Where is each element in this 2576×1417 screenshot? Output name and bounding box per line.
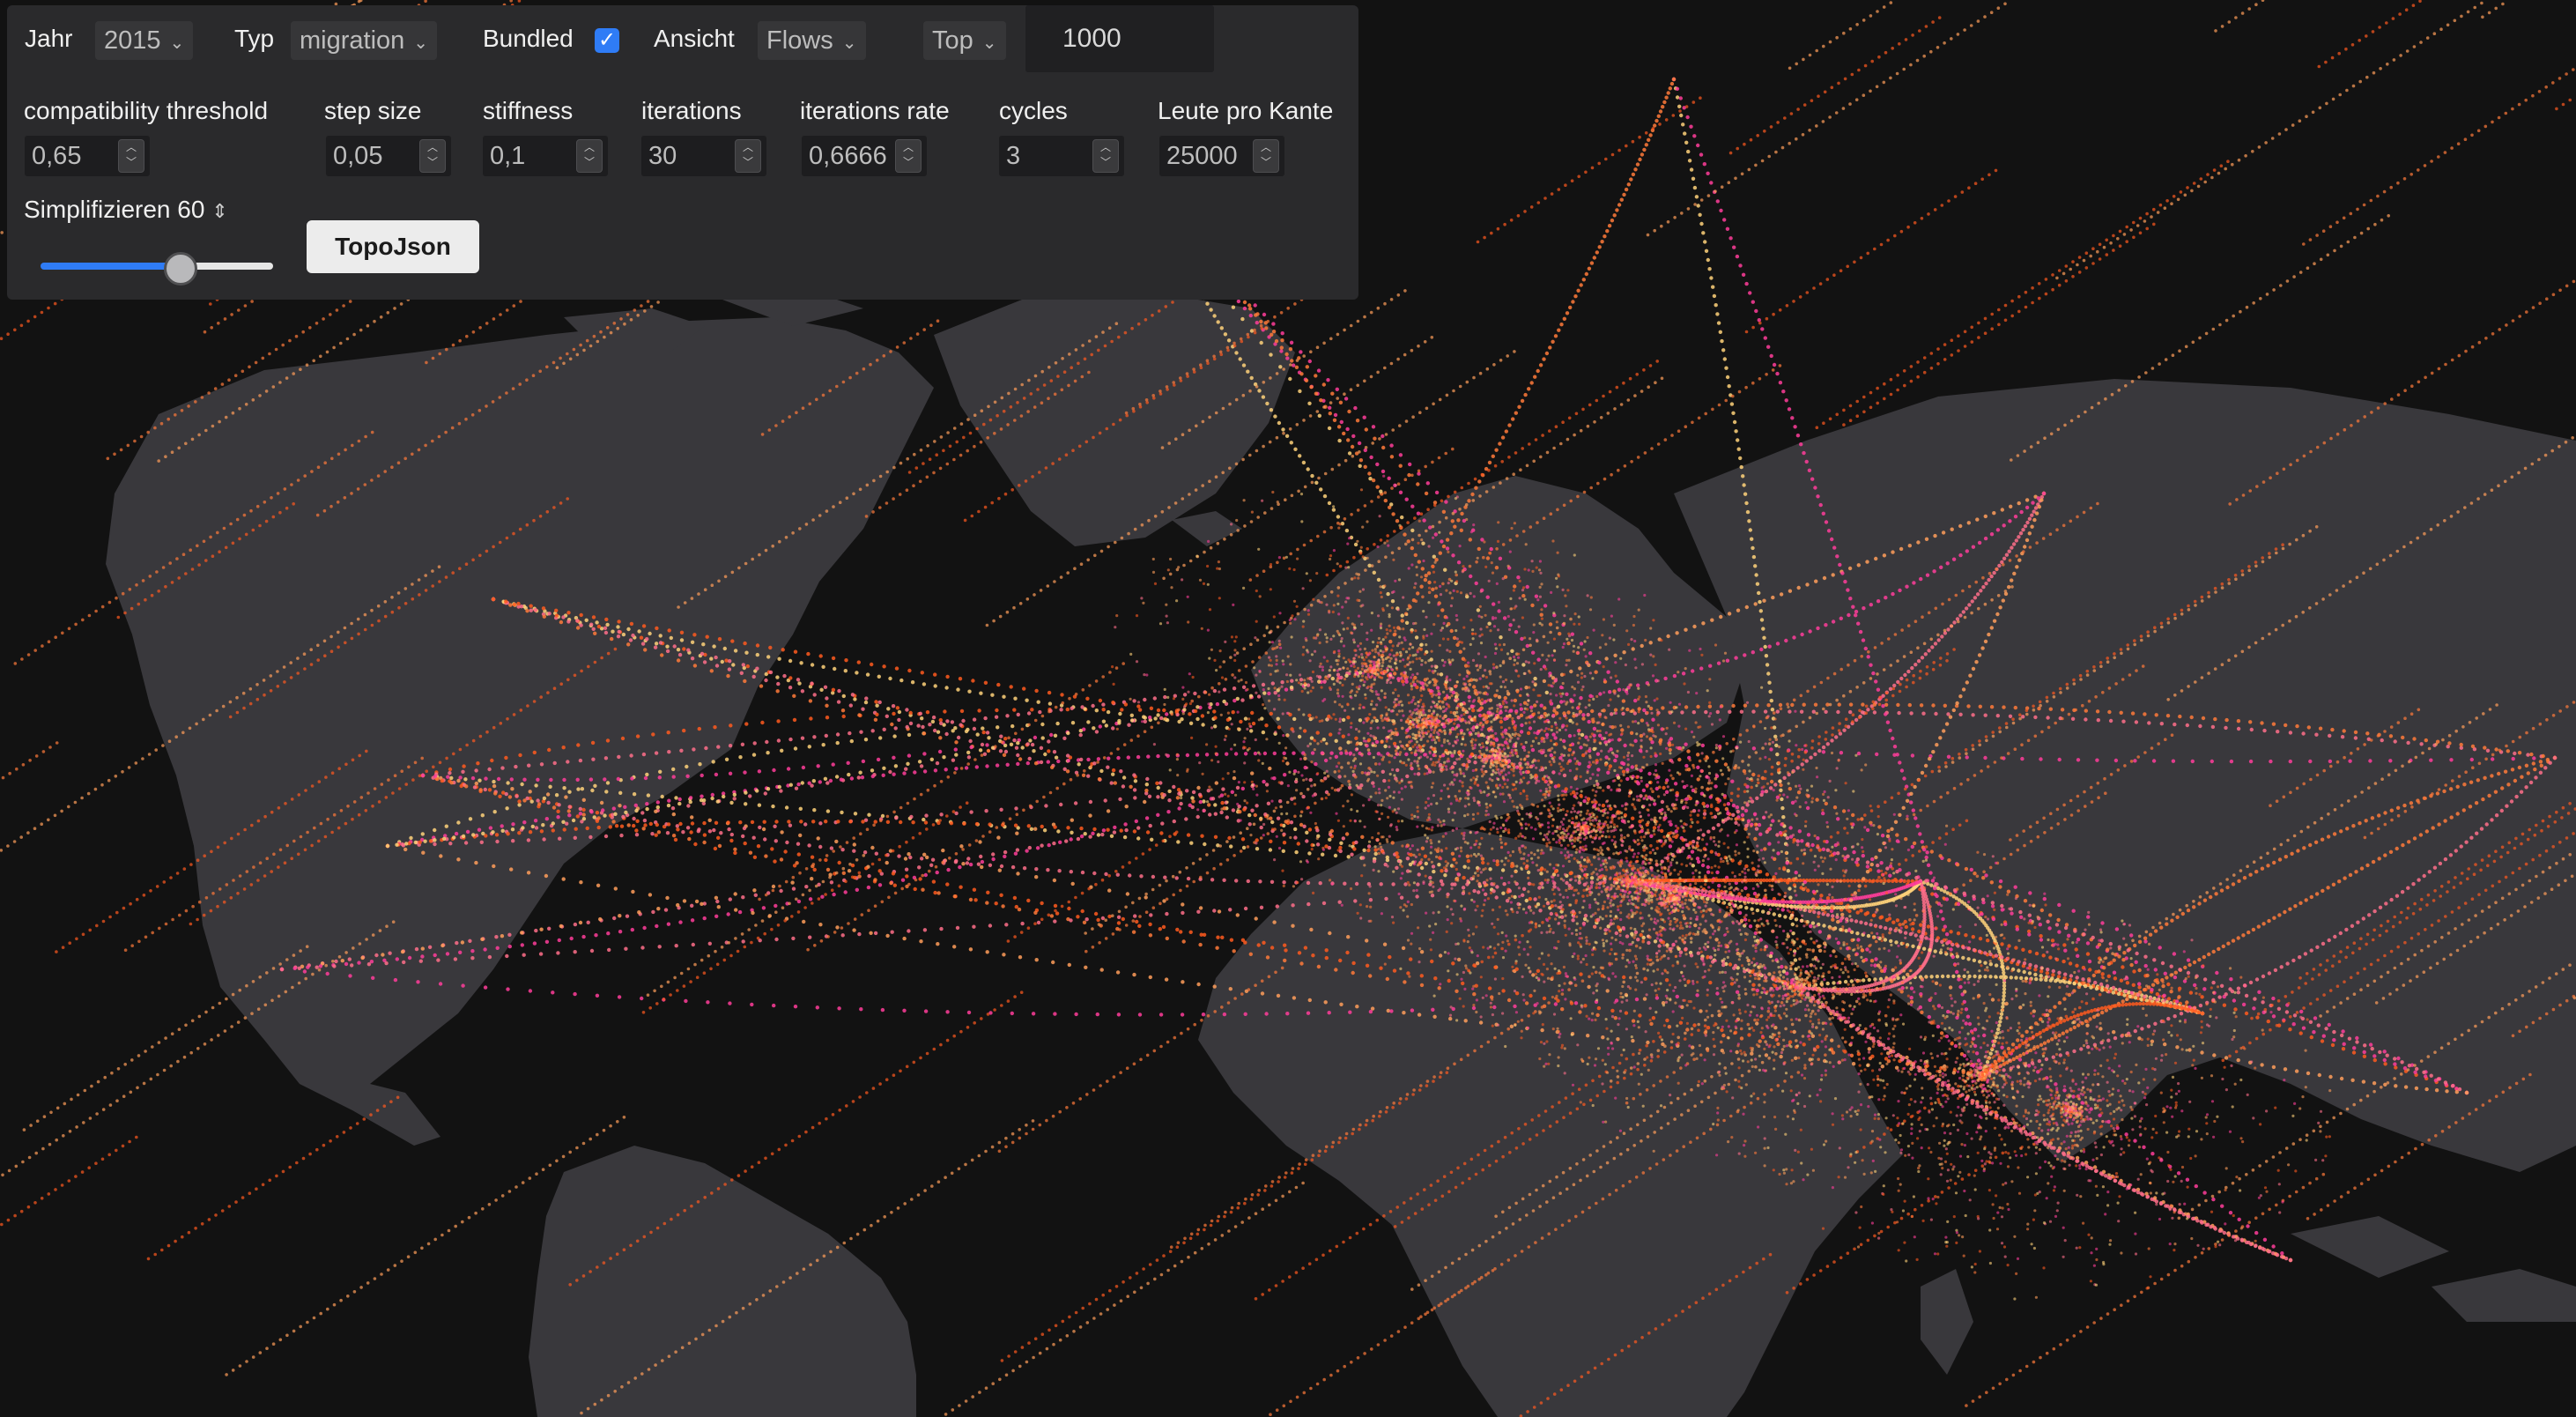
simplify-slider-thumb[interactable] bbox=[164, 252, 197, 286]
stiffness-input[interactable]: 0,1 ︿ ﹀ bbox=[483, 136, 608, 176]
param-label-leute-pro-kante: Leute pro Kante bbox=[1158, 97, 1334, 124]
land-north-america bbox=[106, 317, 934, 1146]
year-label: Jahr bbox=[25, 25, 73, 52]
chevron-down-icon: ⌄ bbox=[841, 33, 857, 53]
simplify-slider-track[interactable] bbox=[41, 263, 273, 270]
param-label-iterations: iterations bbox=[641, 97, 742, 124]
leute-pro-kante-input[interactable]: 25000 ︿ ﹀ bbox=[1159, 136, 1284, 176]
view-select[interactable]: Flows ⌄ bbox=[758, 21, 866, 60]
topojson-button[interactable]: TopoJson bbox=[307, 220, 479, 273]
stepper-icon[interactable]: ︿ ﹀ bbox=[576, 139, 603, 173]
bundled-checkbox[interactable]: ✓ bbox=[595, 28, 619, 53]
cycles-input[interactable]: 3 ︿ ﹀ bbox=[999, 136, 1124, 176]
simplify-label-text: Simplifizieren 60 bbox=[24, 196, 205, 223]
stepper-icon[interactable]: ︿ ﹀ bbox=[1092, 139, 1119, 173]
simplify-label: Simplifizieren 60 ⇕ bbox=[24, 196, 228, 224]
stepper-icon[interactable]: ︿ ﹀ bbox=[895, 139, 922, 173]
iterations-rate-input[interactable]: 0,6666 ︿ ﹀ bbox=[802, 136, 927, 176]
leute-pro-kante-value: 25000 bbox=[1166, 142, 1238, 170]
top-count-input[interactable]: 1000 bbox=[1025, 5, 1214, 72]
landmass-layer bbox=[106, 291, 2576, 1417]
land-africa bbox=[1198, 828, 1903, 1417]
compatibility-threshold-value: 0,65 bbox=[32, 142, 82, 170]
stepper-icon[interactable]: ︿ ﹀ bbox=[735, 139, 761, 173]
year-select-value: 2015 bbox=[104, 26, 161, 55]
step-size-value: 0,05 bbox=[333, 142, 383, 170]
chevron-down-icon: ⌄ bbox=[981, 33, 997, 53]
iterations-value: 30 bbox=[648, 142, 677, 170]
land-south-america bbox=[529, 1146, 916, 1417]
control-panel: Jahr 2015 ⌄ Typ migration ⌄ Bundled ✓ Ansi… bbox=[7, 5, 1358, 300]
type-label: Typ bbox=[234, 25, 275, 52]
top-select-value: Top bbox=[932, 26, 973, 55]
bundled-label: Bundled bbox=[483, 25, 574, 52]
iterations-rate-value: 0,6666 bbox=[809, 142, 887, 170]
land-islands bbox=[1921, 1216, 2576, 1375]
step-size-input[interactable]: 0,05 ︿ ﹀ bbox=[326, 136, 451, 176]
iterations-input[interactable]: 30 ︿ ﹀ bbox=[641, 136, 766, 176]
stepper-icon[interactable]: ︿ ﹀ bbox=[118, 139, 144, 173]
stepper-icon[interactable]: ︿ ﹀ bbox=[419, 139, 446, 173]
cycles-value: 3 bbox=[1006, 142, 1021, 170]
year-select[interactable]: 2015 ⌄ bbox=[95, 21, 194, 60]
param-label-step-size: step size bbox=[324, 97, 422, 124]
type-select[interactable]: migration ⌄ bbox=[291, 21, 438, 60]
stiffness-value: 0,1 bbox=[490, 142, 526, 170]
stepper-icon[interactable]: ︿ ﹀ bbox=[1253, 139, 1279, 173]
chevron-down-icon: ⌄ bbox=[169, 33, 185, 53]
param-label-cycles: cycles bbox=[999, 97, 1068, 124]
view-label: Ansicht bbox=[654, 25, 735, 52]
reset-icon[interactable]: ⇕ bbox=[211, 200, 227, 222]
view-select-value: Flows bbox=[766, 26, 833, 55]
check-icon: ✓ bbox=[597, 28, 617, 52]
compatibility-threshold-input[interactable]: 0,65 ︿ ﹀ bbox=[25, 136, 150, 176]
param-label-compatibility-threshold: compatibility threshold bbox=[24, 97, 269, 124]
param-label-iterations-rate: iterations rate bbox=[800, 97, 950, 124]
top-select[interactable]: Top ⌄ bbox=[923, 21, 1006, 60]
land-greenland bbox=[934, 291, 1295, 546]
chevron-down-icon: ⌄ bbox=[413, 33, 429, 53]
param-label-stiffness: stiffness bbox=[483, 97, 574, 124]
type-select-value: migration bbox=[300, 26, 405, 55]
